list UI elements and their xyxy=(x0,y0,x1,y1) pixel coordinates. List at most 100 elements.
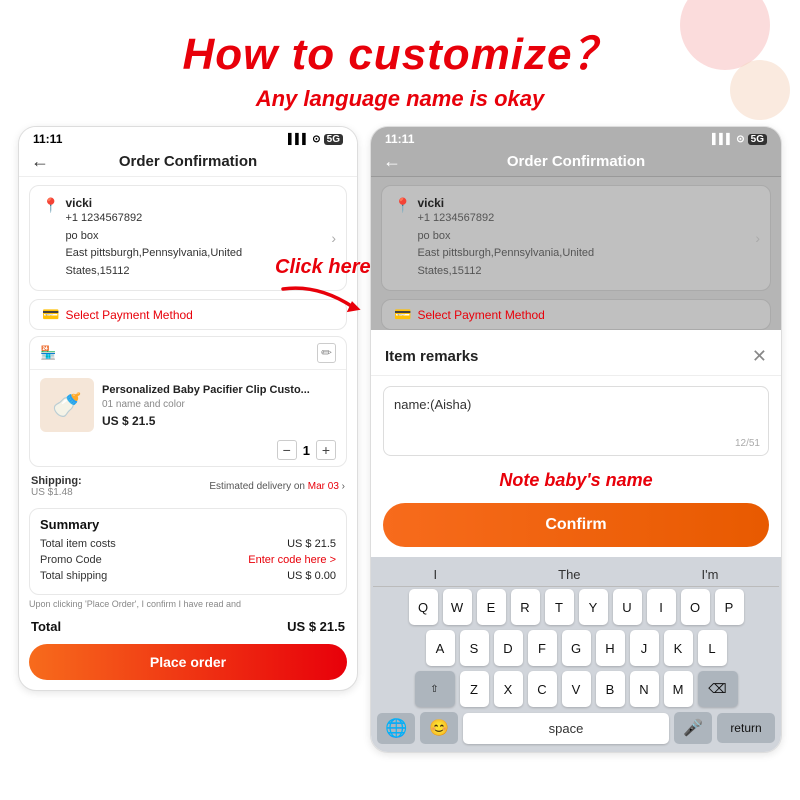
key-m[interactable]: M xyxy=(664,671,693,707)
globe-key[interactable]: 🌐 xyxy=(377,713,415,744)
address-name: vicki xyxy=(65,196,242,210)
phone-right: 11:11 ▌▌▌ ⊙ 5G ← Order Confirmation 📍 xyxy=(370,126,782,753)
total-label: Total xyxy=(31,619,61,634)
modal-header: Item remarks ✕ xyxy=(371,336,781,376)
product-row: 🍼 Personalized Baby Pacifier Clip Custo.… xyxy=(30,370,346,440)
key-d[interactable]: D xyxy=(494,630,523,666)
payment-label: Select Payment Method xyxy=(65,308,192,322)
summary-item-cost-row: Total item costs US $ 21.5 xyxy=(40,538,336,550)
summary-promo-row[interactable]: Promo Code Enter code here > xyxy=(40,554,336,566)
keyboard-suggestions: I The I'm xyxy=(373,561,779,587)
qty-decrease-button[interactable]: − xyxy=(277,440,297,460)
key-i[interactable]: I xyxy=(647,589,676,625)
confirm-button[interactable]: Confirm xyxy=(383,503,769,547)
space-key[interactable]: space xyxy=(463,713,669,744)
click-here-label: Click here xyxy=(275,256,371,279)
suggestion-im[interactable]: I'm xyxy=(694,565,727,584)
estimated-delivery: Estimated delivery on Mar 03 › xyxy=(209,481,345,492)
product-info: Personalized Baby Pacifier Clip Custo...… xyxy=(102,383,336,428)
summary-shipping-value: US $ 0.00 xyxy=(287,570,336,582)
suggestion-the[interactable]: The xyxy=(550,565,588,584)
right-address-line2: East pittsburgh,Pennsylvania,United xyxy=(417,245,594,263)
backspace-key[interactable]: ⌫ xyxy=(698,671,738,707)
keyboard: I The I'm Q W E R T Y U I O xyxy=(371,557,781,752)
key-b[interactable]: B xyxy=(596,671,625,707)
product-header: 🏪 ✏ xyxy=(30,337,346,370)
key-e[interactable]: E xyxy=(477,589,506,625)
product-name: Personalized Baby Pacifier Clip Custo... xyxy=(102,383,336,397)
suggestion-i[interactable]: I xyxy=(426,565,446,584)
left-product-section: 🏪 ✏ 🍼 Personalized Baby Pacifier Clip Cu… xyxy=(29,336,347,467)
total-value: US $ 21.5 xyxy=(287,619,345,634)
key-l[interactable]: L xyxy=(698,630,727,666)
char-count: 12/51 xyxy=(735,438,760,449)
key-t[interactable]: T xyxy=(545,589,574,625)
keyboard-row-1: Q W E R T Y U I O P xyxy=(373,589,779,625)
delivery-date: Mar 03 xyxy=(308,481,339,492)
right-payment-label: Select Payment Method xyxy=(417,308,544,322)
right-phone-top: 11:11 ▌▌▌ ⊙ 5G ← Order Confirmation 📍 xyxy=(371,127,781,330)
summary-item-cost-value: US $ 21.5 xyxy=(287,538,336,550)
left-signal: ▌▌▌ ⊙ 5G xyxy=(288,134,343,145)
key-h[interactable]: H xyxy=(596,630,625,666)
key-g[interactable]: G xyxy=(562,630,591,666)
keyboard-bottom-row: 🌐 😊 space 🎤 return xyxy=(373,712,779,748)
phones-row: 11:11 ▌▌▌ ⊙ 5G ← Order Confirmation 📍 vi… xyxy=(0,126,800,753)
place-order-button[interactable]: Place order xyxy=(29,644,347,680)
shipping-left: Shipping: US $1.48 xyxy=(31,475,82,498)
right-address-row: 📍 vicki +1 1234567892 po box East pittsb… xyxy=(394,196,758,280)
key-r[interactable]: R xyxy=(511,589,540,625)
key-c[interactable]: C xyxy=(528,671,557,707)
right-nav-title: Order Confirmation xyxy=(507,153,645,170)
remark-input[interactable]: name:(Aisha) 12/51 xyxy=(383,386,769,456)
pin-icon: 📍 xyxy=(42,197,59,214)
store-icon: 🏪 xyxy=(40,345,56,361)
left-nav-title: Order Confirmation xyxy=(119,153,257,170)
left-back-button[interactable]: ← xyxy=(31,151,49,172)
edit-icon[interactable]: ✏ xyxy=(317,343,336,363)
address-line1: po box xyxy=(65,228,242,246)
key-v[interactable]: V xyxy=(562,671,591,707)
quantity-row: − 1 + xyxy=(30,440,346,466)
emoji-key[interactable]: 😊 xyxy=(420,712,458,744)
key-a[interactable]: A xyxy=(426,630,455,666)
key-f[interactable]: F xyxy=(528,630,557,666)
summary-shipping-row: Total shipping US $ 0.00 xyxy=(40,570,336,582)
right-status-bar: 11:11 ▌▌▌ ⊙ 5G xyxy=(371,127,781,149)
address-phone: +1 1234567892 xyxy=(65,210,242,228)
right-address-name: vicki xyxy=(417,196,594,210)
keyboard-row-3: ⇧ Z X C V B N M ⌫ xyxy=(373,671,779,707)
quantity-display: 1 xyxy=(303,443,310,458)
modal-close-button[interactable]: ✕ xyxy=(752,346,767,367)
product-price: US $ 21.5 xyxy=(102,414,336,428)
return-key[interactable]: return xyxy=(717,713,775,743)
right-pin-icon: 📍 xyxy=(394,197,411,214)
summary-shipping-label: Total shipping xyxy=(40,570,107,582)
summary-title: Summary xyxy=(40,517,336,532)
key-s[interactable]: S xyxy=(460,630,489,666)
total-row: Total US $ 21.5 xyxy=(19,613,357,638)
key-k[interactable]: K xyxy=(664,630,693,666)
right-back-button[interactable]: ← xyxy=(383,151,401,172)
key-x[interactable]: X xyxy=(494,671,523,707)
key-z[interactable]: Z xyxy=(460,671,489,707)
key-w[interactable]: W xyxy=(443,589,472,625)
product-variant: 01 name and color xyxy=(102,399,336,410)
key-y[interactable]: Y xyxy=(579,589,608,625)
key-o[interactable]: O xyxy=(681,589,710,625)
key-u[interactable]: U xyxy=(613,589,642,625)
promo-value[interactable]: Enter code here > xyxy=(248,554,336,566)
right-address-chevron-icon: › xyxy=(755,230,760,246)
shift-key[interactable]: ⇧ xyxy=(415,671,455,707)
address-details: vicki +1 1234567892 po box East pittsbur… xyxy=(65,196,242,280)
key-p[interactable]: P xyxy=(715,589,744,625)
arrow-icon xyxy=(278,279,368,319)
key-j[interactable]: J xyxy=(630,630,659,666)
qty-increase-button[interactable]: + xyxy=(316,440,336,460)
key-n[interactable]: N xyxy=(630,671,659,707)
shipping-row: Shipping: US $1.48 Estimated delivery on… xyxy=(19,471,357,504)
mic-key[interactable]: 🎤 xyxy=(674,712,712,744)
address-line3: States,15112 xyxy=(65,263,242,281)
right-nav-bar: ← Order Confirmation xyxy=(371,149,781,177)
key-q[interactable]: Q xyxy=(409,589,438,625)
